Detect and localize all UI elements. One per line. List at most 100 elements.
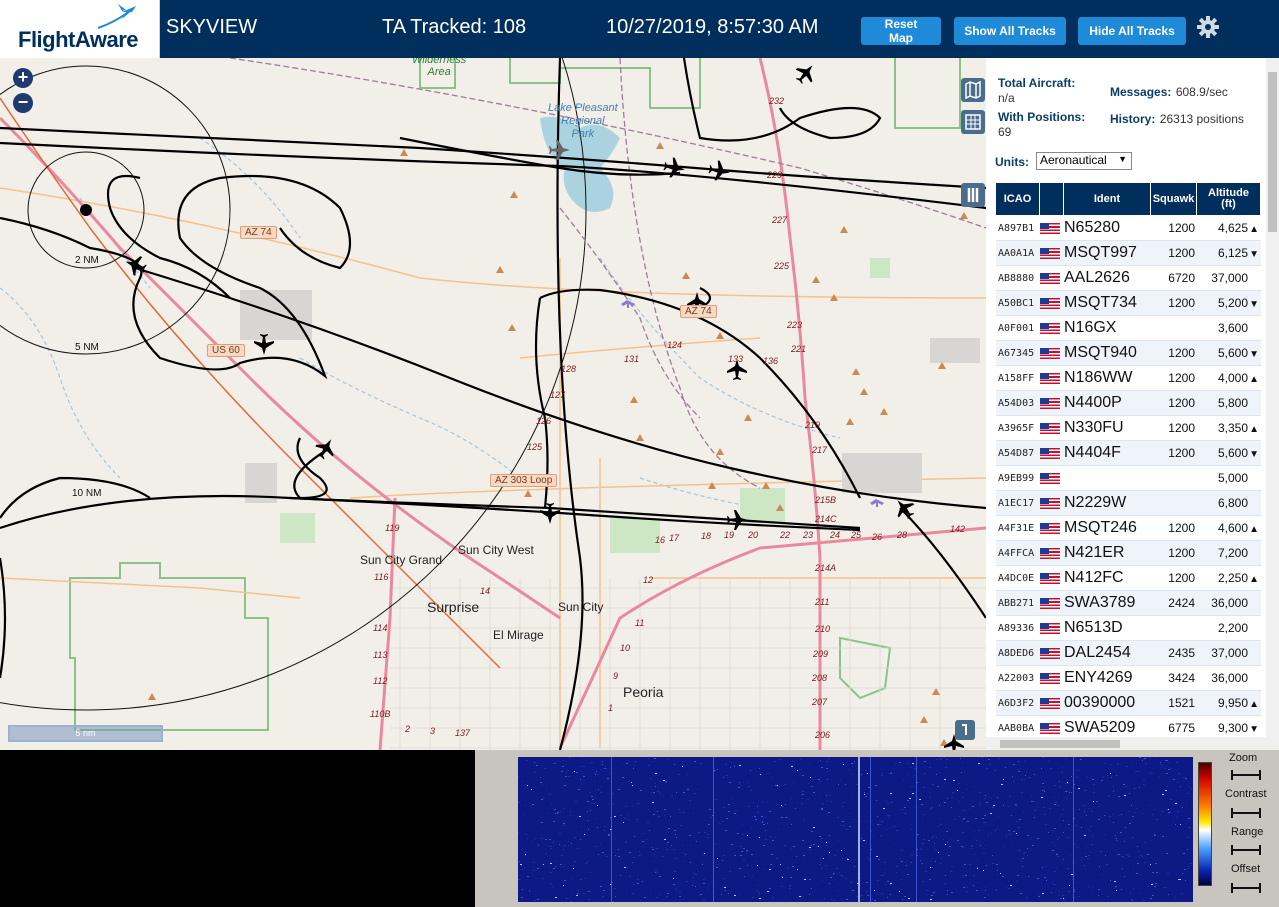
empty-pane xyxy=(0,750,475,907)
col-squawk[interactable]: Squawk xyxy=(1151,183,1197,215)
table-row[interactable]: A8DED6 DAL2454 2435 37,000 xyxy=(996,641,1261,666)
table-row[interactable]: A89336 N6513D 2,200 xyxy=(996,616,1261,641)
zoom-in-button[interactable]: + xyxy=(13,68,33,88)
squawk-cell: 1200 xyxy=(1168,521,1195,535)
ring-label-10nm: 10 NM xyxy=(72,488,102,499)
altitude-cell: 4,600▲ xyxy=(1217,521,1259,535)
altitude-cell: 5,600▼ xyxy=(1217,446,1259,460)
map-view[interactable]: Wilderness Area Lake Pleasant Regional P… xyxy=(0,58,986,750)
aircraft-icon[interactable] xyxy=(791,59,820,88)
columns-toggle-icon[interactable] xyxy=(961,183,985,207)
table-row[interactable]: A158FF N186WW 1200 4,000▲ xyxy=(996,366,1261,391)
table-row[interactable]: A67345 MSQT940 1200 5,600▼ xyxy=(996,341,1261,366)
total-aircraft-value: n/a xyxy=(998,91,1015,105)
exit-label: 127 xyxy=(550,390,566,400)
us-flag-icon xyxy=(1040,222,1060,234)
altitude-trend-icon: ▼ xyxy=(1249,349,1259,360)
col-altitude[interactable]: Altitude (ft) xyxy=(1197,183,1261,215)
table-row[interactable]: A4FFCA N421ER 1200 7,200 xyxy=(996,541,1261,566)
us60-shield: US 60 xyxy=(207,344,245,357)
map-canvas[interactable] xyxy=(0,58,986,750)
flag-cell xyxy=(1040,397,1064,409)
flag-cell xyxy=(1040,572,1064,584)
table-row[interactable]: A897B1 N65280 1200 4,625▲ xyxy=(996,216,1261,241)
exit-label: 26 xyxy=(872,532,883,542)
altitude-trend-icon: ▲ xyxy=(1249,374,1259,385)
ident-cell: N412FC xyxy=(1064,569,1124,586)
altitude-trend-icon: ▼ xyxy=(1249,449,1259,460)
contrast-label: Contrast xyxy=(1225,788,1267,800)
units-label: Units: xyxy=(995,155,1029,169)
zoom-slider[interactable] xyxy=(1231,770,1261,780)
aircraft-markers[interactable] xyxy=(122,59,964,750)
altitude-cell: 6,125▼ xyxy=(1217,246,1259,260)
ident-cell: N4404F xyxy=(1064,444,1121,461)
ident-cell: 00390000 xyxy=(1064,694,1136,711)
table-row[interactable]: A50BC1 MSQT734 1200 5,200▼ xyxy=(996,291,1261,316)
grid-icon[interactable] xyxy=(961,110,985,134)
hide-all-tracks-button[interactable]: Hide All Tracks xyxy=(1078,17,1186,45)
street-grid xyxy=(390,578,986,750)
with-positions-value: 69 xyxy=(998,125,1012,139)
exit-label: 219 xyxy=(805,420,821,430)
reset-map-button[interactable]: Reset Map xyxy=(861,17,941,45)
exit-label: 17 xyxy=(669,533,680,543)
gear-icon[interactable] xyxy=(1196,15,1220,39)
show-all-tracks-button[interactable]: Show All Tracks xyxy=(954,17,1066,45)
map-layers-icon[interactable] xyxy=(961,78,985,102)
flag-cell xyxy=(1040,322,1064,334)
history-stat: History: 26313 positions xyxy=(1110,112,1244,126)
aircraft-icon[interactable] xyxy=(540,503,560,524)
waterfall-display[interactable] xyxy=(518,757,1193,902)
table-row[interactable]: A9EB99 5,000 xyxy=(996,466,1261,491)
exit-label: 12 xyxy=(643,575,654,585)
exit-label: 16 xyxy=(655,535,666,545)
table-row[interactable]: A54D87 N4404F 1200 5,600▼ xyxy=(996,441,1261,466)
table-row[interactable]: A3965F N330FU 1200 3,350▲ xyxy=(996,416,1261,441)
table-row[interactable]: A4DC0E N412FC 1200 2,250▲ xyxy=(996,566,1261,591)
sun-city-label: Sun City xyxy=(558,600,604,614)
sun-city-grand-label: Sun City Grand xyxy=(360,553,443,567)
flightaware-logo[interactable]: FlightAware xyxy=(0,0,160,58)
az74-shield-2: AZ 74 xyxy=(680,305,717,318)
table-row[interactable]: ABB271 SWA3789 2424 36,000 xyxy=(996,591,1261,616)
offset-slider[interactable] xyxy=(1231,883,1261,893)
ident-cell: N421ER xyxy=(1064,544,1125,561)
icao-cell: A89336 xyxy=(998,622,1035,634)
altitude-cell: 5,800 xyxy=(1217,396,1248,410)
units-select[interactable]: Aeronautical ▼ xyxy=(1036,152,1132,170)
icao-cell: A22003 xyxy=(998,672,1035,684)
exit-label: 221 xyxy=(791,344,807,354)
squawk-cell: 1200 xyxy=(1168,346,1195,360)
exit-label: 211 xyxy=(815,597,830,607)
exit-label: 3 xyxy=(430,726,436,736)
contrast-slider[interactable] xyxy=(1231,808,1261,818)
altitude-cell: 5,600▼ xyxy=(1217,346,1259,360)
col-icao[interactable]: ICAO xyxy=(996,183,1040,215)
col-ident[interactable]: Ident xyxy=(1064,183,1151,215)
exit-label: 214A xyxy=(815,563,837,573)
ident-cell: SWA3789 xyxy=(1064,594,1136,611)
icao-cell: A54D87 xyxy=(998,447,1035,459)
range-slider[interactable] xyxy=(1231,845,1261,855)
table-row[interactable]: A1EC17 N2229W 6,800 xyxy=(996,491,1261,516)
flag-cell xyxy=(1040,547,1064,559)
altitude-cell: 37,000 xyxy=(1211,271,1248,285)
table-row[interactable]: A0F001 N16GX 3,600 xyxy=(996,316,1261,341)
table-row[interactable]: AA0A1A MSQT997 1200 6,125▼ xyxy=(996,241,1261,266)
table-row[interactable]: AB8880 AAL2626 6720 37,000 xyxy=(996,266,1261,291)
us-flag-icon xyxy=(1040,347,1060,359)
aircraft-tracks xyxy=(0,58,986,750)
offset-label: Offset xyxy=(1231,863,1261,875)
squawk-cell: 1200 xyxy=(1168,446,1195,460)
table-row[interactable]: A22003 ENY4269 3424 36,000 xyxy=(996,666,1261,691)
zoom-out-button[interactable]: − xyxy=(13,93,33,113)
expand-icon[interactable] xyxy=(955,720,975,740)
altitude-cell: 5,000 xyxy=(1217,471,1248,485)
vertical-scrollbar[interactable] xyxy=(1266,58,1279,750)
horizontal-scrollbar[interactable] xyxy=(986,737,1266,750)
table-row[interactable]: A54D03 N4400P 1200 5,800 xyxy=(996,391,1261,416)
table-row[interactable]: A6D3F2 00390000 1521 9,950▲ xyxy=(996,691,1261,716)
col-flag[interactable] xyxy=(1040,183,1064,215)
table-row[interactable]: A4F31E MSQT246 1200 4,600▲ xyxy=(996,516,1261,541)
